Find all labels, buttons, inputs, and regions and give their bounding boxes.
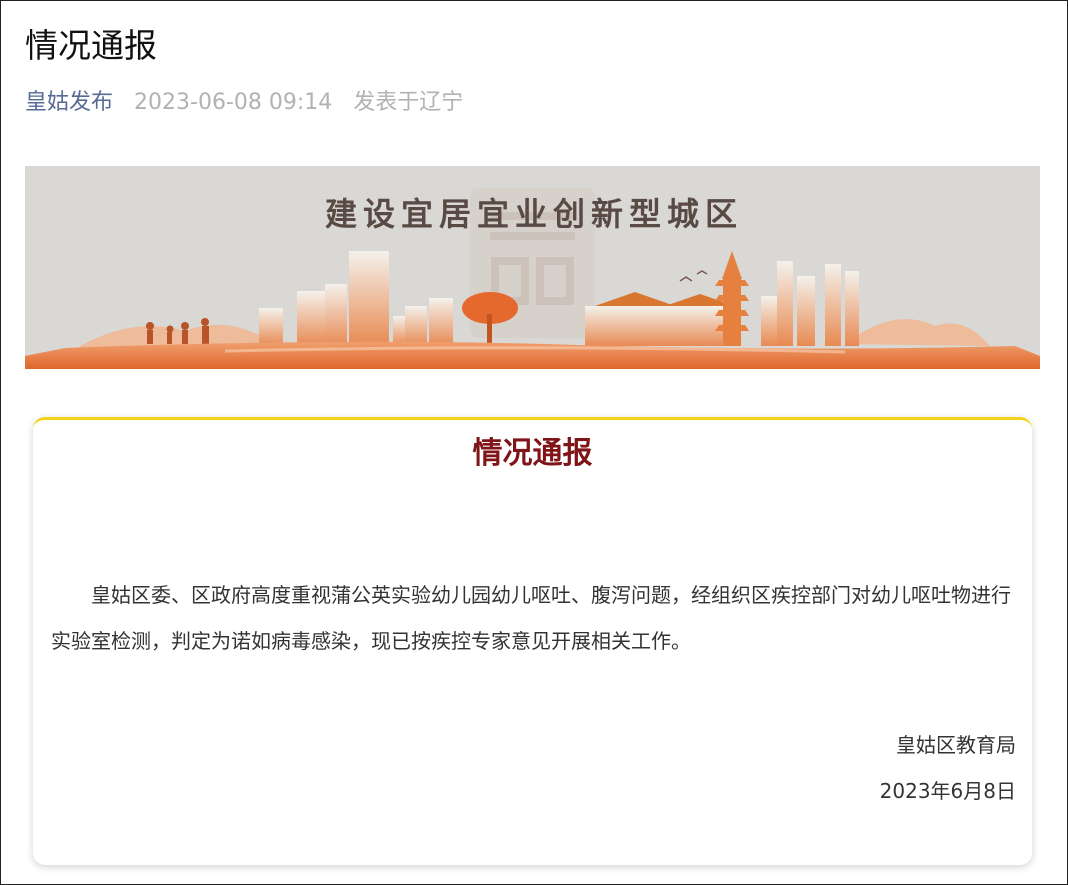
- notice-date: 2023年6月8日: [879, 779, 1016, 803]
- notice-heading: 情况通报: [472, 436, 593, 471]
- article-page: 情况通报 皇姑发布 2023-06-08 09:14 发表于辽宁 建设宜居宜业创…: [0, 0, 1068, 885]
- article-title: 情况通报: [25, 26, 157, 65]
- banner-slogan: 建设宜居宜业创新型城区: [324, 195, 743, 233]
- publish-location: 发表于辽宁: [353, 90, 464, 115]
- notice-body: 皇姑区委、区政府高度重视蒲公英实验幼儿园幼儿呕吐、腹泻问题，经组织区疾控部门对幼…: [51, 583, 1011, 653]
- publish-time: 2023-06-08 09:14: [134, 90, 333, 115]
- notice-signature: 皇姑区教育局: [896, 733, 1016, 757]
- source-account-link[interactable]: 皇姑发布: [25, 90, 113, 115]
- notice-card: 情况通报 皇姑区委、区政府高度重视蒲公英实验幼儿园幼儿呕吐、腹泻问题，经组织区疾…: [33, 417, 1032, 865]
- article-meta: 皇姑发布 2023-06-08 09:14 发表于辽宁: [25, 87, 463, 119]
